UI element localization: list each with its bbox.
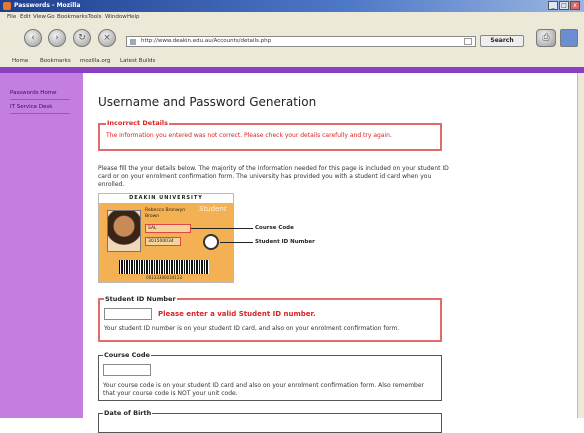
page-title: Username and Password Generation	[98, 95, 317, 109]
card-name-line: Brown	[145, 214, 160, 219]
sidebar: Passwords Home IT Service Desk	[0, 73, 83, 418]
barcode	[119, 260, 209, 274]
vertical-scrollbar[interactable]	[577, 73, 584, 418]
course-code-input[interactable]	[103, 364, 151, 376]
link-home[interactable]: Home	[12, 58, 28, 64]
main-content: Username and Password Generation Incorre…	[83, 73, 577, 433]
student-id-pointer	[220, 242, 253, 243]
menu-window[interactable]: Window	[105, 14, 127, 20]
throbber-icon	[560, 29, 578, 47]
back-button[interactable]: ‹	[24, 29, 42, 47]
student-id-legend: Student ID Number	[104, 295, 177, 303]
course-code-pointer	[191, 228, 253, 229]
url-bar[interactable]: http://www.deakin.edu.au/Accounts/detail…	[126, 36, 476, 47]
link-bookmarks[interactable]: Bookmarks	[40, 58, 71, 64]
student-id-error: Please enter a valid Student ID number.	[158, 310, 316, 318]
dob-legend: Date of Birth	[103, 409, 153, 417]
error-legend: Incorrect Details	[106, 119, 170, 127]
menu-file[interactable]: File	[7, 14, 16, 20]
close-button[interactable]: x	[570, 1, 580, 10]
dob-fieldset: Date of Birth	[98, 409, 442, 433]
course-code-help: Your course code is on your student ID c…	[103, 382, 425, 397]
barcode-number: 00133300034113	[146, 275, 182, 280]
window-title: Passwords - Mozilla	[14, 2, 81, 9]
student-id-help: Your student ID number is on your studen…	[104, 325, 400, 332]
stop-button[interactable]: ×	[98, 29, 116, 47]
error-box: Incorrect Details The information you en…	[98, 119, 442, 151]
student-id-input[interactable]	[104, 308, 152, 320]
print-icon[interactable]: ⎙	[536, 29, 556, 47]
course-code-callout: Course Code	[255, 225, 294, 231]
card-id-field: 301500034	[145, 237, 181, 246]
link-mozilla-org[interactable]: mozilla.org	[80, 58, 110, 64]
student-id-card-image: DEAKIN UNIVERSITY Rebecca Bronwyn Brown …	[98, 193, 234, 283]
menu-bookmarks[interactable]: Bookmarks	[57, 14, 88, 20]
page-icon	[130, 39, 136, 45]
search-button[interactable]: Search	[480, 35, 524, 47]
menu-go[interactable]: Go	[47, 14, 55, 20]
student-id-callout: Student ID Number	[255, 239, 315, 245]
sidebar-divider	[10, 113, 70, 114]
card-photo	[107, 210, 141, 252]
card-course-field: SAL	[145, 224, 191, 233]
forward-button[interactable]: ›	[48, 29, 66, 47]
card-name: Rebecca Bronwyn Brown	[145, 208, 185, 220]
menu-tools[interactable]: Tools	[88, 14, 102, 20]
sidebar-item-it-service-desk[interactable]: IT Service Desk	[10, 104, 52, 110]
menu-view[interactable]: View	[33, 14, 46, 20]
student-id-fieldset: Student ID Number Please enter a valid S…	[98, 295, 442, 342]
course-code-legend: Course Code	[103, 351, 151, 359]
url-text: http://www.deakin.edu.au/Accounts/detail…	[141, 38, 272, 44]
window-title-bar: Passwords - Mozilla _ □ x	[0, 0, 584, 12]
search-label: Search	[490, 37, 514, 44]
sidebar-divider	[10, 99, 70, 100]
intro-text: Please fill the your details below. The …	[98, 165, 449, 188]
reload-button[interactable]: ↻	[73, 29, 91, 47]
menu-help[interactable]: Help	[127, 14, 140, 20]
link-latest-builds[interactable]: Latest Builds	[120, 58, 155, 64]
maximize-button[interactable]: □	[559, 1, 569, 10]
university-crest-icon	[203, 234, 219, 250]
error-text: The information you entered was not corr…	[106, 132, 392, 139]
card-brand: Student	[199, 205, 227, 213]
card-header: DEAKIN UNIVERSITY	[99, 194, 233, 203]
course-code-fieldset: Course Code Your course code is on your …	[98, 351, 442, 401]
mozilla-icon	[3, 2, 11, 10]
go-icon[interactable]	[464, 38, 472, 45]
menu-edit[interactable]: Edit	[20, 14, 31, 20]
navigation-toolbar: ‹ › ↻ × http://www.deakin.edu.au/Account…	[0, 23, 584, 55]
minimize-button[interactable]: _	[548, 1, 558, 10]
sidebar-item-passwords-home[interactable]: Passwords Home	[10, 90, 57, 96]
